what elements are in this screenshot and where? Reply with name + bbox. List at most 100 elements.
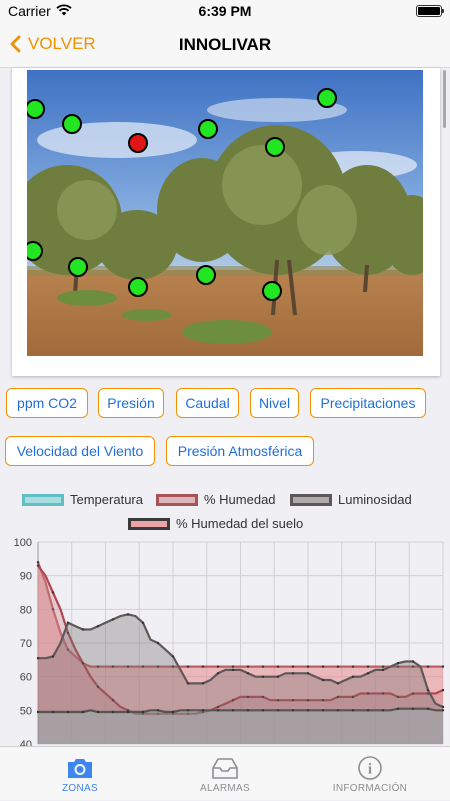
sensor-marker[interactable]	[128, 277, 148, 297]
tab-zonas[interactable]: ZONAS	[5, 747, 155, 801]
data-point	[351, 675, 355, 678]
y-tick-label: 70	[20, 638, 32, 650]
sensor-button-co2[interactable]: ppm CO2	[6, 388, 88, 418]
data-point	[81, 628, 85, 631]
sensor-marker[interactable]	[128, 133, 148, 153]
tab-label: ALARMAS	[200, 783, 250, 794]
sensor-marker[interactable]	[262, 281, 282, 301]
data-point	[111, 710, 115, 714]
data-point	[186, 665, 190, 668]
data-point	[246, 665, 250, 668]
data-point	[321, 665, 325, 668]
data-point	[336, 709, 340, 712]
battery-icon	[416, 5, 444, 17]
sensor-marker[interactable]	[198, 119, 218, 139]
legend-label: % Humedad del suelo	[176, 516, 304, 531]
legend-swatch	[290, 493, 332, 506]
data-point	[441, 665, 445, 668]
data-point	[261, 665, 265, 668]
data-point	[81, 710, 85, 714]
data-point	[291, 672, 295, 675]
olive-grove-photo	[27, 70, 423, 356]
data-point	[321, 709, 325, 712]
sensor-marker[interactable]	[68, 257, 88, 277]
data-point	[36, 561, 40, 564]
tab-informacion[interactable]: i INFORMACIÓN	[295, 747, 445, 801]
tab-alarmas[interactable]: ALARMAS	[150, 747, 300, 801]
sensor-marker[interactable]	[196, 265, 216, 285]
data-point	[396, 662, 400, 665]
data-point	[141, 710, 145, 714]
chart-canvas: 40 50 60 70 80 90 100	[14, 537, 445, 746]
data-point	[66, 621, 70, 624]
data-point	[231, 665, 235, 668]
data-point	[336, 682, 340, 685]
data-point	[201, 709, 205, 712]
legend-swatch	[22, 493, 64, 506]
legend-item-humedad-suelo[interactable]: % Humedad del suelo	[128, 516, 303, 531]
data-point	[36, 564, 40, 567]
data-point	[141, 621, 145, 624]
y-tick-label: 40	[20, 739, 32, 746]
data-point	[51, 710, 55, 714]
legend-label: Luminosidad	[338, 492, 412, 507]
data-point	[441, 705, 445, 709]
data-point	[396, 707, 400, 710]
legend-swatch	[156, 493, 198, 506]
clock: 6:39 PM	[198, 3, 252, 19]
data-point	[216, 672, 220, 675]
data-point	[201, 682, 205, 685]
sensor-button-nivel[interactable]: Nivel	[250, 388, 299, 418]
sensor-history-chart: 40 50 60 70 80 90 100	[0, 534, 450, 746]
data-point	[126, 613, 130, 616]
data-point	[411, 660, 415, 663]
camera-icon	[68, 759, 92, 778]
data-point	[381, 709, 385, 712]
svg-text:i: i	[368, 762, 372, 778]
sensor-button-caudal[interactable]: Caudal	[176, 388, 239, 418]
data-point	[186, 682, 190, 685]
series-area	[38, 708, 443, 744]
sensor-marker[interactable]	[27, 241, 43, 261]
data-point	[411, 707, 415, 710]
data-point	[51, 655, 55, 658]
data-point	[321, 678, 325, 682]
data-point	[366, 709, 370, 712]
data-point	[381, 665, 385, 668]
sensor-button-presion[interactable]: Presión	[98, 388, 164, 418]
tab-label: ZONAS	[62, 783, 98, 794]
data-point	[201, 665, 205, 668]
data-point	[36, 657, 40, 660]
sensor-button-velocidad-viento[interactable]: Velocidad del Viento	[5, 436, 155, 466]
data-point	[261, 709, 265, 712]
status-bar: Carrier 6:39 PM	[0, 0, 450, 22]
data-point	[366, 672, 370, 675]
legend-item-humedad[interactable]: % Humedad	[156, 492, 276, 507]
data-point	[426, 688, 430, 692]
data-point	[231, 668, 235, 672]
data-point	[426, 707, 430, 710]
scroll-indicator	[443, 70, 446, 128]
data-point	[366, 665, 370, 668]
data-point	[171, 710, 175, 714]
sensor-marker[interactable]	[62, 114, 82, 134]
y-tick-label: 50	[20, 705, 32, 717]
y-tick-label: 100	[14, 537, 32, 549]
sensor-marker[interactable]	[317, 88, 337, 108]
sensor-button-precipitaciones[interactable]: Precipitaciones	[310, 388, 426, 418]
legend-item-temperatura[interactable]: Temperatura	[22, 492, 143, 507]
sensor-button-presion-atmosferica[interactable]: Presión Atmosférica	[166, 436, 314, 466]
data-point	[306, 709, 310, 712]
data-point	[66, 710, 70, 714]
y-tick-label: 80	[20, 604, 32, 616]
data-point	[441, 709, 445, 712]
data-point	[306, 672, 310, 675]
sensor-marker[interactable]	[27, 99, 45, 119]
legend-item-luminosidad[interactable]: Luminosidad	[290, 492, 412, 507]
data-point	[96, 625, 100, 628]
data-point	[351, 709, 355, 712]
data-point	[381, 668, 385, 672]
sensor-marker[interactable]	[265, 137, 285, 157]
inbox-icon	[212, 758, 238, 779]
data-point	[246, 672, 250, 675]
